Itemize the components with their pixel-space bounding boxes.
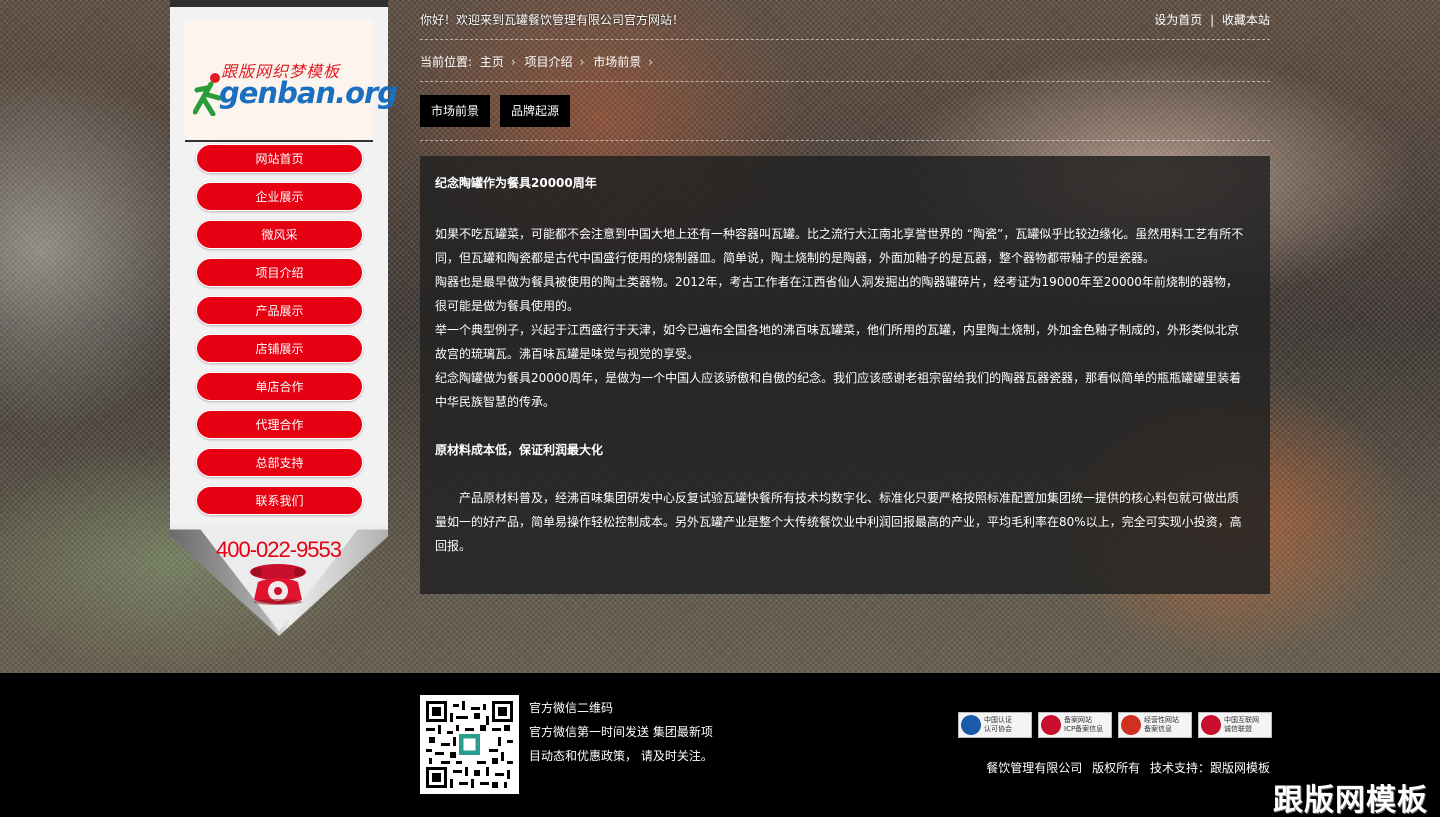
- badge-line: 中国认证: [984, 716, 1012, 724]
- article-subtitle: 原材料成本低，保证利润最大化: [435, 443, 604, 457]
- wechat-qr-code: [420, 695, 519, 794]
- wechat-qr-text: 官方微信二维码 官方微信第一时间发送 集团最新项 目动态和优惠政策， 请及时关注…: [529, 696, 713, 768]
- article-paragraph: 产品原材料普及，经沸百味集团研发中心反复试验瓦罐快餐所有技术均数字化、标准化只要…: [435, 491, 1242, 553]
- header-divider: [420, 39, 1270, 40]
- badge-line: 认可协会: [984, 725, 1012, 733]
- breadcrumb-prefix: 当前位置:: [420, 55, 473, 69]
- logo-english-text: genban.org: [219, 76, 398, 110]
- filing-icon: [1041, 715, 1061, 735]
- badge-line: 备案信息: [1144, 725, 1172, 733]
- breadcrumb-home[interactable]: 主页: [480, 55, 504, 69]
- breadcrumb: 当前位置: 主页 › 项目介绍 › 市场前景 ›: [420, 53, 658, 70]
- badge-business-site[interactable]: 经营性网站 备案信息: [1118, 712, 1192, 738]
- breadcrumb-divider: [420, 81, 1270, 82]
- copyright: 餐饮管理有限公司 版权所有 技术支持：跟版网模板: [980, 759, 1270, 776]
- breadcrumb-separator: ›: [648, 55, 654, 69]
- nav-item-company[interactable]: 企业展示: [196, 182, 363, 211]
- certification-icon: [961, 715, 981, 735]
- article-paragraph: 举一个典型例子，兴起于江西盛行于天津，如今已遍布全国各地的沸百味瓦罐菜，他们所用…: [435, 323, 1240, 361]
- police-emblem-icon: [1121, 715, 1141, 735]
- tabs-divider: [420, 140, 1270, 141]
- nav-item-micro-style[interactable]: 微风采: [196, 220, 363, 249]
- certification-badges: 中国认证 认可协会 备案网站 ICP备案信息 经营性网站 备案信息 中国互联网 诚信联盟: [958, 712, 1272, 738]
- bookmark-link[interactable]: 收藏本站: [1222, 13, 1270, 27]
- tech-support-link[interactable]: 技术支持：跟版网模板: [1150, 761, 1270, 775]
- badge-filing[interactable]: 备案网站 ICP备案信息: [1038, 712, 1112, 738]
- nav-item-home[interactable]: 网站首页: [196, 144, 363, 173]
- breadcrumb-separator: ›: [579, 55, 585, 69]
- nav-item-products[interactable]: 产品展示: [196, 296, 363, 325]
- main-nav: 网站首页 企业展示 微风采 项目介绍 产品展示 店铺展示 单店合作 代理合作 总…: [196, 144, 363, 524]
- watermark: 跟版网模板: [1273, 783, 1428, 817]
- nav-item-projects[interactable]: 项目介绍: [196, 258, 363, 287]
- logo-divider: [185, 140, 373, 142]
- integrity-icon: [1201, 715, 1221, 735]
- nav-item-agency[interactable]: 代理合作: [196, 410, 363, 439]
- site-logo[interactable]: 跟版网织梦模板 genban.org: [185, 20, 398, 140]
- tab-brand-origin[interactable]: 品牌起源: [500, 95, 571, 127]
- qr-line: 目动态和优惠政策， 请及时关注。: [529, 749, 713, 763]
- badge-line: ICP备案信息: [1064, 725, 1104, 733]
- rights-reserved: 版权所有: [1092, 761, 1141, 775]
- badge-integrity[interactable]: 中国互联网 诚信联盟: [1198, 712, 1272, 738]
- article-paragraph: 纪念陶罐做为餐具20000周年，是做为一个中国人应该骄傲和自傲的纪念。我们应该感…: [435, 371, 1242, 409]
- hotline-number: 400-022-9553: [216, 537, 342, 562]
- badge-line: 经营性网站: [1144, 716, 1179, 724]
- telephone-icon: [250, 564, 306, 605]
- breadcrumb-separator: ›: [510, 55, 516, 69]
- breadcrumb-projects[interactable]: 项目介绍: [525, 55, 573, 69]
- badge-line: 备案网站: [1064, 716, 1092, 724]
- set-homepage-link[interactable]: 设为首页: [1154, 13, 1202, 27]
- article-paragraph: 陶器也是最早做为餐具被使用的陶土类器物。2012年，考古工作者在江西省仙人洞发掘…: [435, 275, 1238, 313]
- footer: [0, 673, 1440, 817]
- nav-item-stores[interactable]: 店铺展示: [196, 334, 363, 363]
- badge-certification[interactable]: 中国认证 认可协会: [958, 712, 1032, 738]
- badge-line: 诚信联盟: [1224, 725, 1252, 733]
- welcome-message: 你好！欢迎来到瓦罐餐饮管理有限公司官方网站！: [420, 13, 685, 27]
- breadcrumb-current[interactable]: 市场前景: [593, 55, 641, 69]
- qr-line: 官方微信二维码: [529, 701, 614, 715]
- nav-item-single-store[interactable]: 单店合作: [196, 372, 363, 401]
- badge-line: 中国互联网: [1224, 716, 1259, 724]
- top-links-separator: |: [1210, 13, 1215, 27]
- sidebar-top-bar: [170, 0, 388, 7]
- tab-market-outlook[interactable]: 市场前景: [420, 95, 491, 127]
- qr-line: 官方微信第一时间发送 集团最新项: [529, 725, 713, 739]
- nav-item-contact[interactable]: 联系我们: [196, 486, 363, 515]
- company-name: 餐饮管理有限公司: [986, 761, 1083, 775]
- article-paragraph: 如果不吃瓦罐菜，可能都不会注意到中国大地上还有一种容器叫瓦罐。比之流行大江南北享…: [435, 227, 1244, 265]
- sub-nav-tabs: 市场前景 品牌起源: [420, 95, 580, 127]
- top-links: 设为首页 | 收藏本站: [1150, 11, 1270, 28]
- article-title: 纪念陶罐作为餐具20000周年: [435, 176, 597, 190]
- qr-code-icon: [426, 701, 513, 788]
- nav-item-hq-support[interactable]: 总部支持: [196, 448, 363, 477]
- article-content: 纪念陶罐作为餐具20000周年 如果不吃瓦罐菜，可能都不会注意到中国大地上还有一…: [420, 156, 1270, 594]
- left-sidebar: 跟版网织梦模板 genban.org 网站首页 企业展示 微风采 项目介绍 产品…: [170, 0, 398, 636]
